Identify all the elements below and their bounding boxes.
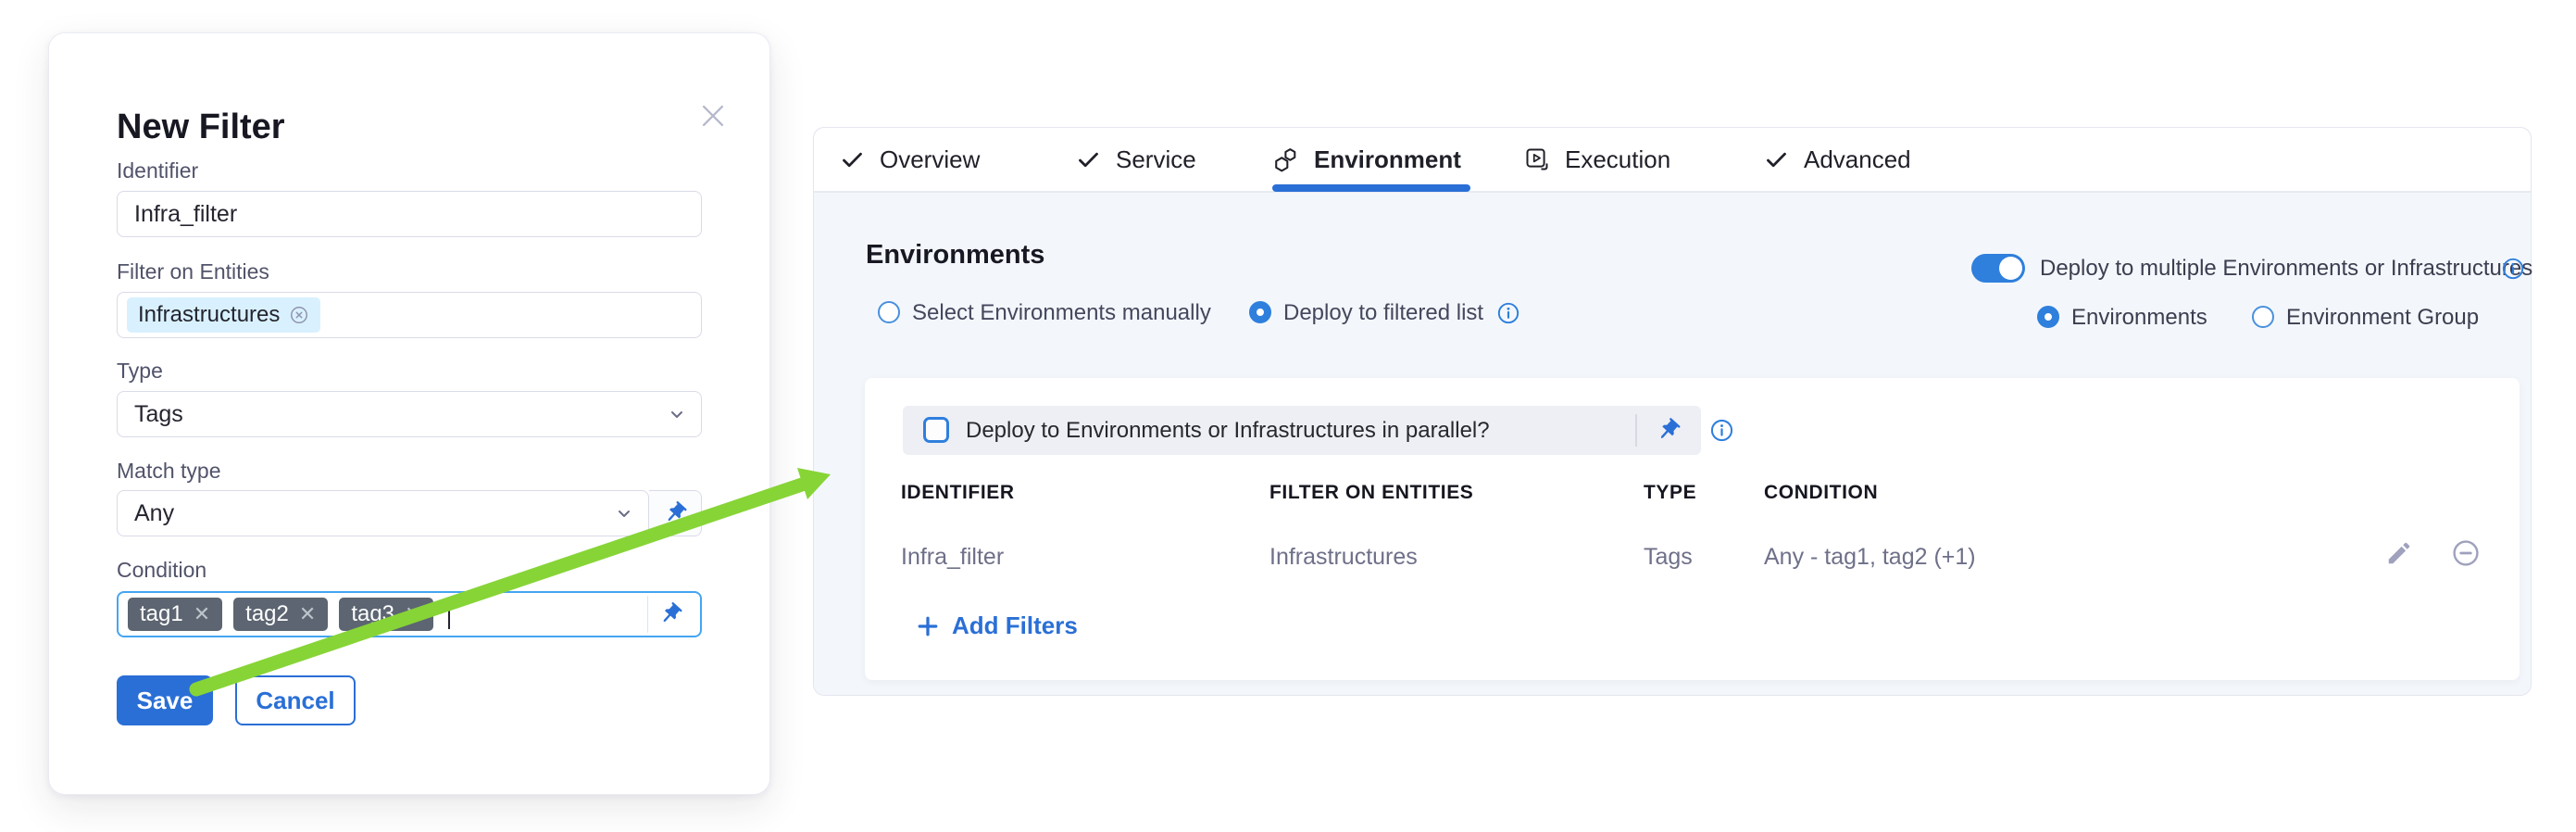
divider <box>1635 414 1637 447</box>
chip-remove-icon[interactable]: ✕ <box>299 604 316 624</box>
radio-environment-group-label[interactable]: Environment Group <box>2286 305 2479 331</box>
row-identifier: Infra_filter <box>901 544 1004 571</box>
info-icon[interactable] <box>1496 301 1520 325</box>
match-type-pin-button[interactable] <box>649 490 702 536</box>
new-filter-modal: New Filter Identifier Infra_filter Filte… <box>48 32 770 795</box>
tab-advanced[interactable]: Advanced <box>1764 128 1911 191</box>
remove-filter-button[interactable] <box>2450 537 2482 569</box>
radio-select-manually[interactable] <box>878 301 900 323</box>
deploy-parallel-checkbox[interactable] <box>923 417 949 443</box>
tag-label: tag1 <box>140 601 183 627</box>
row-type: Tags <box>1644 544 1693 571</box>
save-button[interactable]: Save <box>117 675 213 725</box>
check-icon <box>1764 147 1789 172</box>
close-button[interactable] <box>692 95 734 137</box>
column-header-filter-on-entities: FILTER ON ENTITIES <box>1269 482 1473 504</box>
screen: New Filter Identifier Infra_filter Filte… <box>0 0 2576 832</box>
filter-on-entities-label: Filter on Entities <box>117 259 269 284</box>
entities-chip[interactable]: Infrastructures <box>127 297 320 333</box>
column-header-type: TYPE <box>1644 482 1696 504</box>
active-tab-underline <box>1272 184 1470 192</box>
condition-tag-chip[interactable]: tag3 ✕ <box>339 598 433 631</box>
chip-remove-icon[interactable]: ✕ <box>194 604 210 624</box>
radio-deploy-filtered-list[interactable] <box>1249 301 1271 323</box>
match-type-value: Any <box>134 500 174 527</box>
cancel-button-label: Cancel <box>256 687 334 715</box>
radio-select-manually-label[interactable]: Select Environments manually <box>912 300 1211 326</box>
tab-label: Overview <box>880 145 980 174</box>
execution-icon <box>1524 146 1550 172</box>
tab-label: Execution <box>1565 145 1670 174</box>
tab-execution[interactable]: Execution <box>1524 128 1670 191</box>
entities-chip-label: Infrastructures <box>138 302 280 328</box>
condition-pin-button[interactable] <box>647 596 693 633</box>
stage-tabbar: Overview Service Environment <box>814 128 2531 193</box>
condition-tag-chip[interactable]: tag2 ✕ <box>233 598 328 631</box>
row-condition: Any - tag1, tag2 (+1) <box>1764 544 1976 571</box>
add-filters-button[interactable]: Add Filters <box>915 611 1078 640</box>
tab-label: Service <box>1116 145 1196 174</box>
identifier-label: Identifier <box>117 158 198 183</box>
radio-environments[interactable] <box>2037 306 2059 328</box>
match-type-label: Match type <box>117 459 221 484</box>
environments-heading: Environments <box>866 240 1044 271</box>
edit-filter-button[interactable] <box>2383 537 2415 569</box>
tag-label: tag3 <box>351 601 394 627</box>
plus-icon <box>915 613 941 639</box>
radio-environments-label[interactable]: Environments <box>2071 305 2207 331</box>
check-icon <box>1076 147 1101 172</box>
condition-tag-chip[interactable]: tag1 ✕ <box>128 598 222 631</box>
info-icon[interactable] <box>2501 257 2525 281</box>
type-select[interactable]: Tags <box>117 391 702 437</box>
tab-label: Advanced <box>1804 145 1911 174</box>
tab-service[interactable]: Service <box>1076 128 1196 191</box>
filters-card: Deploy to Environments or Infrastructure… <box>865 378 2520 680</box>
pin-icon <box>657 495 694 532</box>
column-header-identifier: IDENTIFIER <box>901 482 1015 504</box>
identifier-input[interactable]: Infra_filter <box>117 191 702 237</box>
filter-on-entities-input[interactable]: Infrastructures <box>117 292 702 338</box>
environment-icon <box>1272 146 1299 173</box>
pipeline-stage-panel: Overview Service Environment <box>813 127 2532 696</box>
pin-icon <box>652 596 689 633</box>
tab-overview[interactable]: Overview <box>840 128 980 191</box>
chevron-down-icon <box>666 403 688 425</box>
deploy-parallel-bar: Deploy to Environments or Infrastructure… <box>903 406 1701 455</box>
close-icon <box>697 100 729 132</box>
pencil-icon <box>2385 539 2413 567</box>
add-filters-label: Add Filters <box>952 611 1078 640</box>
column-header-condition: CONDITION <box>1764 482 1878 504</box>
chip-remove-icon[interactable]: ✕ <box>405 604 421 624</box>
deploy-parallel-label[interactable]: Deploy to Environments or Infrastructure… <box>966 418 1490 444</box>
tag-label: tag2 <box>245 601 289 627</box>
match-type-select[interactable]: Any <box>117 490 649 536</box>
type-value: Tags <box>134 401 183 428</box>
multi-environments-toggle-label[interactable]: Deploy to multiple Environments or Infra… <box>2040 256 2532 282</box>
check-icon <box>840 147 865 172</box>
chevron-down-icon <box>613 502 635 524</box>
identifier-value: Infra_filter <box>134 201 237 228</box>
radio-environment-group[interactable] <box>2252 306 2274 328</box>
toggle-knob <box>1999 257 2022 280</box>
save-button-label: Save <box>137 687 194 715</box>
tab-label: Environment <box>1314 145 1461 174</box>
condition-label: Condition <box>117 558 206 583</box>
condition-input[interactable]: tag1 ✕ tag2 ✕ tag3 ✕ <box>117 591 702 637</box>
text-caret <box>448 599 450 629</box>
multi-environments-toggle[interactable] <box>1971 254 2025 283</box>
modal-title: New Filter <box>117 107 285 147</box>
tab-environment[interactable]: Environment <box>1272 128 1461 191</box>
row-filter-on-entities: Infrastructures <box>1269 544 1418 571</box>
chip-remove-icon[interactable] <box>289 305 309 325</box>
type-label: Type <box>117 359 163 384</box>
pin-icon[interactable] <box>1655 417 1682 444</box>
radio-deploy-filtered-list-label[interactable]: Deploy to filtered list <box>1283 300 1483 326</box>
info-icon[interactable] <box>1709 418 1734 443</box>
cancel-button[interactable]: Cancel <box>235 675 356 725</box>
minus-circle-icon <box>2451 538 2481 568</box>
